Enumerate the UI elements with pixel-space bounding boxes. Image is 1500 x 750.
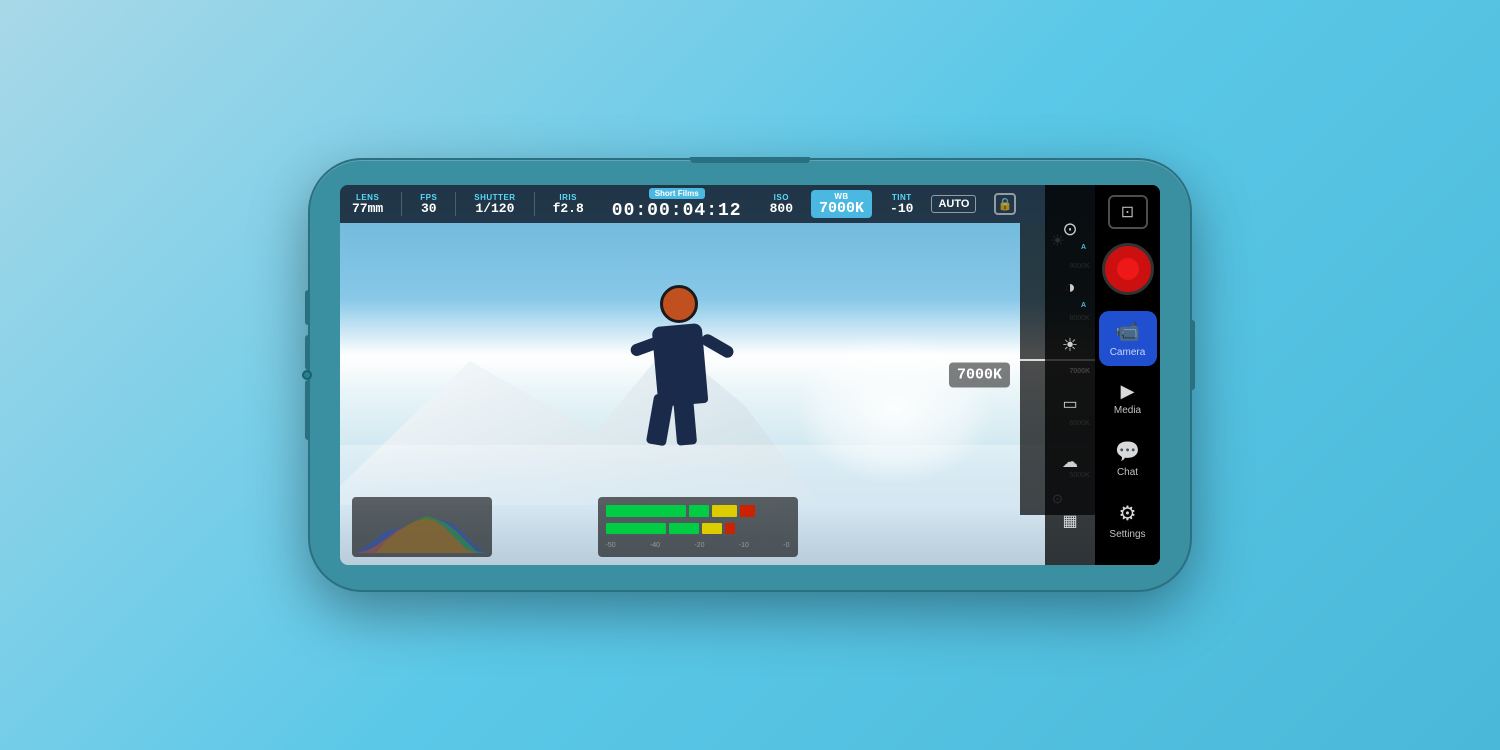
snow-spray	[795, 335, 995, 485]
skier-arm-right	[699, 332, 735, 360]
hud-timecode-value: 00:00:04:12	[612, 201, 742, 221]
front-camera	[302, 370, 312, 380]
nav-item-media[interactable]: ▶ Media	[1098, 373, 1158, 424]
audio-ch1-red	[740, 505, 755, 517]
audio-meter-panel: -50 -40 -20 -10 -0	[598, 497, 798, 557]
cloud-icon: ☁	[1062, 452, 1078, 472]
af-icon: ⊙	[1062, 219, 1077, 240]
histogram-chart	[356, 501, 488, 553]
camera-nav-label: Camera	[1110, 347, 1146, 358]
hud-timecode[interactable]: Short Films 00:00:04:12	[612, 188, 742, 221]
skier-leg-left	[646, 394, 674, 447]
skier-head	[660, 285, 698, 323]
hud-iris[interactable]: IRIS f2.8	[553, 193, 584, 215]
nav-item-chat[interactable]: 💬 Chat	[1098, 431, 1158, 486]
hud-top-bar: LENS 77mm FPS 30 SHUTTER 1/120 IRIS f2.8	[340, 185, 1095, 223]
audio-label-0: -0	[783, 542, 789, 549]
hud-divider-1	[401, 192, 402, 216]
audio-ch2-red	[725, 523, 735, 535]
wb-scene-button[interactable]: ☀	[1052, 328, 1088, 364]
hud-iso[interactable]: ISO 800	[770, 193, 793, 215]
audio-ch1-green	[606, 505, 686, 517]
grid-button[interactable]: ▦	[1052, 503, 1088, 539]
hud-lock-button[interactable]: 🔒	[994, 193, 1016, 215]
volume-up-button	[305, 290, 310, 325]
sun-icon: ☀	[1062, 335, 1078, 356]
hud-lens-value: 77mm	[352, 202, 383, 215]
hud-shutter-value: 1/120	[475, 202, 514, 215]
media-nav-icon: ▶	[1121, 381, 1135, 402]
audio-ch2-yellow	[702, 523, 722, 535]
exposure-button[interactable]: ◑ A	[1052, 269, 1088, 305]
cloud-button[interactable]: ☁	[1052, 444, 1088, 480]
hud-fps-value: 30	[421, 202, 437, 215]
nav-item-settings[interactable]: ⚙ Settings	[1098, 493, 1158, 548]
hud-tint[interactable]: TINT -10	[890, 193, 913, 215]
audio-label-40: -40	[650, 542, 660, 549]
hud-fps[interactable]: FPS 30	[420, 193, 437, 215]
top-notch	[690, 157, 810, 163]
gallery-icon: ▭	[1062, 394, 1077, 414]
hud-auto-button[interactable]: AUTO	[931, 195, 976, 213]
chat-nav-icon: 💬	[1115, 439, 1140, 464]
hud-shutter[interactable]: SHUTTER 1/120	[474, 193, 515, 215]
audio-ch1-yellow	[712, 505, 737, 517]
exposure-icon: ◑	[1065, 277, 1076, 298]
camera-nav-icon: 📹	[1115, 319, 1140, 344]
wb-current-value: 7000K	[949, 363, 1010, 388]
power-button	[1190, 320, 1195, 390]
hud-wb-control[interactable]: WB 7000K	[811, 190, 872, 218]
histogram-panel	[352, 497, 492, 557]
hud-tint-value: -10	[890, 202, 913, 215]
skier-figure	[620, 285, 740, 485]
side-icons-panel: ⊙ A ◑ A ☀ ▭ ☁ ▦	[1045, 185, 1095, 565]
grid-icon: ▦	[1062, 511, 1077, 531]
settings-nav-label: Settings	[1109, 529, 1145, 540]
audio-scale: -50 -40 -20 -10 -0	[606, 542, 790, 549]
audio-label-10: -10	[739, 542, 749, 549]
audio-channel-2	[606, 523, 790, 535]
phone-screen: LENS 77mm FPS 30 SHUTTER 1/120 IRIS f2.8	[340, 185, 1160, 565]
af-button[interactable]: ⊙ A	[1052, 211, 1088, 247]
hud-lens[interactable]: LENS 77mm	[352, 193, 383, 215]
audio-ch2-green2	[669, 523, 699, 535]
hud-wb-value: 7000K	[819, 201, 864, 216]
camera-viewfinder[interactable]: LENS 77mm FPS 30 SHUTTER 1/120 IRIS f2.8	[340, 185, 1095, 565]
hud-preset-badge: Short Films	[649, 188, 705, 199]
record-button[interactable]	[1102, 243, 1154, 295]
skier-leg-right	[673, 394, 697, 446]
nav-item-camera[interactable]: 📹 Camera	[1099, 311, 1157, 366]
hud-iris-value: f2.8	[553, 202, 584, 215]
audio-label-50: -50	[606, 542, 616, 549]
record-inner-dot	[1117, 258, 1139, 280]
audio-channel-1	[606, 505, 790, 517]
audio-ch1-green2	[689, 505, 709, 517]
media-nav-label: Media	[1114, 405, 1141, 416]
settings-nav-icon: ⚙	[1119, 501, 1137, 526]
phone-shell: LENS 77mm FPS 30 SHUTTER 1/120 IRIS f2.8	[310, 160, 1190, 590]
aspect-icon-symbol: ⊡	[1121, 202, 1134, 222]
volume-down-button	[305, 335, 310, 370]
hud-divider-3	[534, 192, 535, 216]
silent-switch	[305, 380, 310, 440]
hud-divider-2	[455, 192, 456, 216]
gallery-button[interactable]: ▭	[1052, 386, 1088, 422]
controls-panel: ⊡ 📹 Camera ▶ Media 💬 Chat	[1095, 185, 1160, 565]
audio-ch2-green	[606, 523, 666, 535]
hud-iso-value: 800	[770, 202, 793, 215]
outer-nav: 📹 Camera ▶ Media 💬 Chat ⚙ Settings	[1095, 303, 1160, 555]
aspect-ratio-icon[interactable]: ⊡	[1108, 195, 1148, 229]
audio-label-20: -20	[694, 542, 704, 549]
chat-nav-label: Chat	[1117, 467, 1138, 478]
